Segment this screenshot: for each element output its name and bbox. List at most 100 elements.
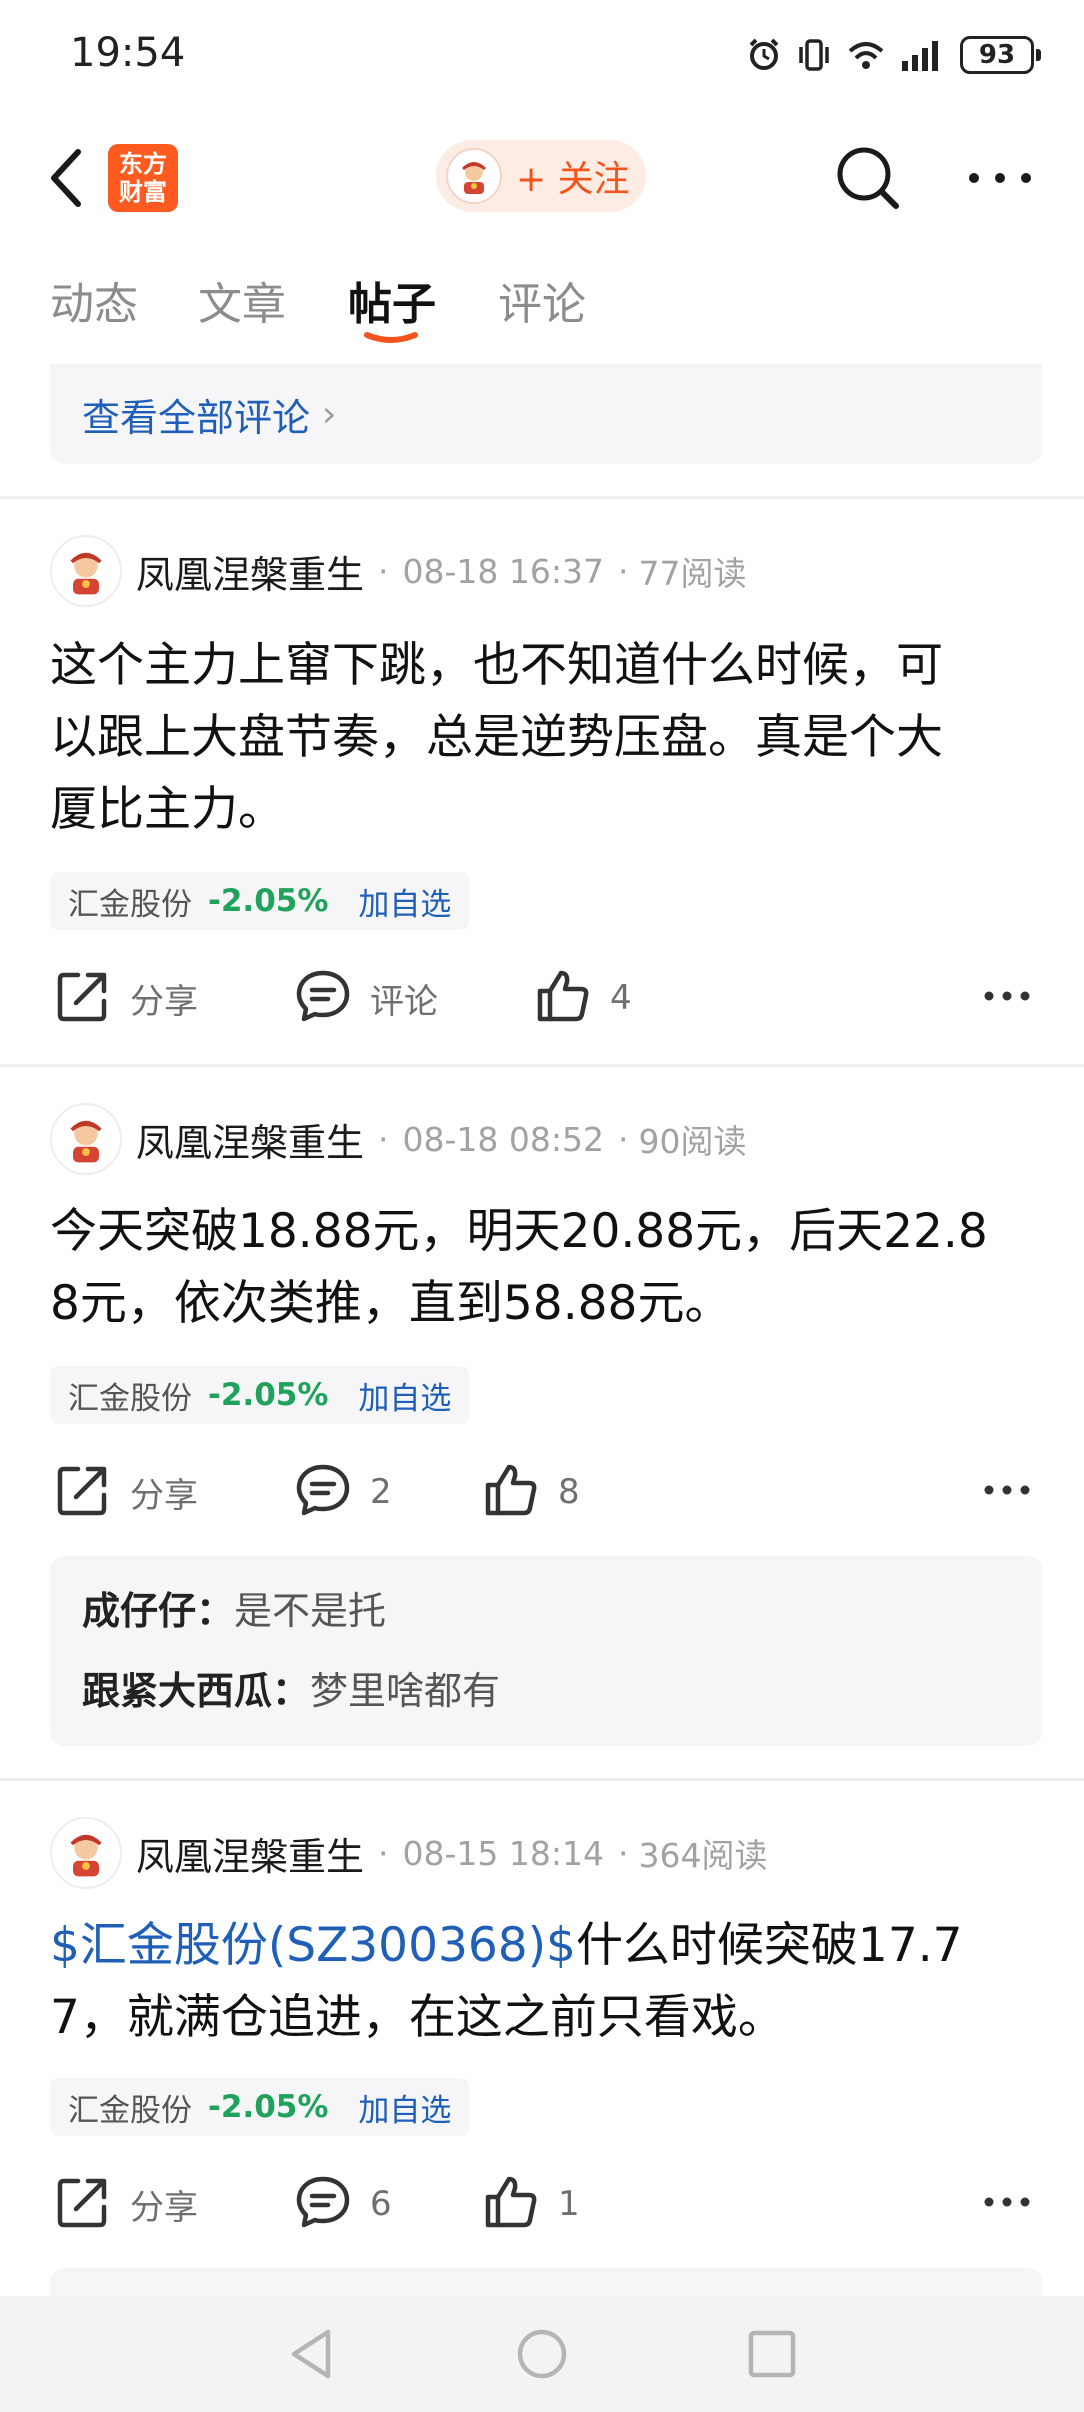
- divider: [0, 1064, 1084, 1067]
- author-name[interactable]: 凤凰涅槃重生: [136, 544, 364, 599]
- reply-item[interactable]: 跟紧大西瓜：梦里啥都有: [82, 1660, 500, 1715]
- tab-comments[interactable]: 评论: [498, 268, 586, 332]
- stock-change: -2.05%: [208, 2089, 329, 2125]
- wifi-icon: [846, 37, 886, 73]
- post-body-text: 什么时候突破17.7: [575, 1918, 963, 1973]
- tab-bar: 动态 文章 帖子 评论: [0, 268, 1084, 348]
- tab-articles[interactable]: 文章: [198, 268, 286, 332]
- thumbs-up-icon: [482, 2173, 540, 2235]
- reply-item[interactable]: 成仔仔：是不是托: [82, 1580, 386, 1635]
- reply-text: 梦里啥都有: [310, 1669, 501, 1713]
- comment-count: 6: [370, 2184, 392, 2224]
- more-options-icon[interactable]: [960, 160, 1040, 196]
- tab-dynamics[interactable]: 动态: [50, 268, 138, 332]
- signal-icon: [900, 37, 946, 73]
- system-nav-bar: [0, 2296, 1084, 2412]
- follow-button[interactable]: + 关注: [436, 140, 646, 212]
- top-header: 东方 财富 + 关注: [0, 130, 1084, 226]
- like-button[interactable]: 4: [534, 966, 632, 1030]
- nav-back-icon[interactable]: [284, 2326, 340, 2382]
- add-watchlist-button[interactable]: 加自选: [358, 2085, 451, 2130]
- add-watchlist-button[interactable]: 加自选: [358, 879, 451, 924]
- status-time: 19:54: [70, 30, 186, 76]
- comment-label: 评论: [370, 981, 438, 1022]
- back-button[interactable]: [40, 144, 100, 212]
- meta-separator: ·: [378, 1119, 389, 1159]
- read-count: 364阅读: [638, 1836, 768, 1875]
- status-icons: 93: [746, 30, 1041, 80]
- post-header: 凤凰涅槃重生 · 08-18 16:37 · 77阅读: [50, 534, 747, 608]
- comment-button[interactable]: 评论: [294, 966, 438, 1030]
- share-icon: [54, 967, 112, 1029]
- add-watchlist-button[interactable]: 加自选: [358, 1373, 451, 1418]
- divider: [0, 496, 1084, 499]
- meta-separator: ·: [378, 1833, 389, 1873]
- post-body[interactable]: 今天突破18.88元，明天20.88元，后天22.8 8元，依次类推，直到58.…: [50, 1196, 1040, 1340]
- meta-separator: ·: [618, 1119, 629, 1159]
- post-time: 08-15 18:14: [402, 1833, 604, 1873]
- post-body[interactable]: 这个主力上窜下跳，也不知道什么时候，可 以跟上大盘节奏，总是逆势压盘。真是个大 …: [50, 630, 1040, 846]
- post-body-line: 今天突破18.88元，明天20.88元，后天22.8: [50, 1204, 988, 1259]
- vibrate-icon: [796, 37, 832, 73]
- post-body-line: 8元，依次类推，直到58.88元。: [50, 1276, 732, 1331]
- avatar[interactable]: [50, 535, 122, 607]
- reply-user[interactable]: 跟紧大西瓜：: [82, 1669, 310, 1713]
- share-button[interactable]: 分享: [54, 2172, 198, 2236]
- search-icon[interactable]: [830, 140, 906, 216]
- status-bar: 19:54 93: [0, 0, 1084, 112]
- stock-tag[interactable]: 汇金股份 -2.05% 加自选: [50, 872, 470, 930]
- like-button[interactable]: 1: [482, 2172, 580, 2236]
- stock-mention-link[interactable]: $汇金股份(SZ300368)$: [50, 1918, 576, 1973]
- post-time: 08-18 16:37: [402, 551, 604, 591]
- battery-level: 93: [978, 40, 1016, 70]
- app-logo: 东方 财富: [108, 144, 178, 212]
- meta-separator: ·: [378, 551, 389, 591]
- post-more-icon[interactable]: [982, 1478, 1032, 1502]
- stock-name: 汇金股份: [68, 1380, 192, 1417]
- view-all-label: 查看全部评论: [82, 395, 311, 440]
- active-tab-indicator: [364, 330, 418, 344]
- post-actions: 分享 评论 4: [0, 966, 1084, 1030]
- comment-button[interactable]: 6: [294, 2172, 392, 2236]
- comment-button[interactable]: 2: [294, 1460, 392, 1524]
- like-button[interactable]: 8: [482, 1460, 580, 1524]
- share-button[interactable]: 分享: [54, 1460, 198, 1524]
- author-name[interactable]: 凤凰涅槃重生: [136, 1826, 364, 1881]
- post-more-icon[interactable]: [982, 2190, 1032, 2214]
- post-card: 凤凰涅槃重生 · 08-15 18:14 · 364阅读 $汇金股份(SZ300…: [0, 1816, 1084, 2296]
- post-body[interactable]: $汇金股份(SZ300368)$什么时候突破17.7 7，就满仓追进，在这之前只…: [50, 1910, 1040, 2054]
- stock-tag[interactable]: 汇金股份 -2.05% 加自选: [50, 1366, 470, 1424]
- view-all-comments-link[interactable]: 查看全部评论 ›: [50, 364, 1042, 464]
- divider: [0, 1778, 1084, 1781]
- like-count: 4: [610, 978, 632, 1018]
- post-body-line: 以跟上大盘节奏，总是逆势压盘。真是个大: [50, 710, 943, 765]
- author-name[interactable]: 凤凰涅槃重生: [136, 1112, 364, 1167]
- read-count: 77阅读: [638, 554, 747, 593]
- comment-icon: [294, 2173, 352, 2235]
- comment-icon: [294, 967, 352, 1029]
- stock-change: -2.05%: [208, 883, 329, 919]
- post-actions: 分享 2 8: [0, 1460, 1084, 1524]
- stock-name: 汇金股份: [68, 886, 192, 923]
- post-card: 凤凰涅槃重生 · 08-18 08:52 · 90阅读 今天突破18.88元，明…: [0, 1102, 1084, 1772]
- share-button[interactable]: 分享: [54, 966, 198, 1030]
- post-body-line: 厦比主力。: [50, 782, 285, 837]
- reply-user[interactable]: 成仔仔：: [82, 1589, 234, 1633]
- chevron-right-icon: ›: [322, 393, 337, 435]
- read-count: 90阅读: [638, 1122, 747, 1161]
- battery-icon: 93: [960, 36, 1041, 74]
- stock-tag[interactable]: 汇金股份 -2.05% 加自选: [50, 2078, 470, 2136]
- meta-separator: ·: [618, 1833, 629, 1873]
- nav-recents-icon[interactable]: [744, 2326, 800, 2382]
- post-more-icon[interactable]: [982, 984, 1032, 1008]
- post-header: 凤凰涅槃重生 · 08-18 08:52 · 90阅读: [50, 1102, 747, 1176]
- thumbs-up-icon: [482, 1461, 540, 1523]
- nav-home-icon[interactable]: [514, 2326, 570, 2382]
- alarm-icon: [746, 37, 782, 73]
- reply-preview[interactable]: 成仔仔：是不是托 跟紧大西瓜：梦里啥都有: [50, 1556, 1042, 1746]
- thumbs-up-icon: [534, 967, 592, 1029]
- avatar[interactable]: [50, 1103, 122, 1175]
- stock-change: -2.05%: [208, 1377, 329, 1413]
- avatar[interactable]: [50, 1817, 122, 1889]
- tab-posts[interactable]: 帖子: [348, 268, 436, 332]
